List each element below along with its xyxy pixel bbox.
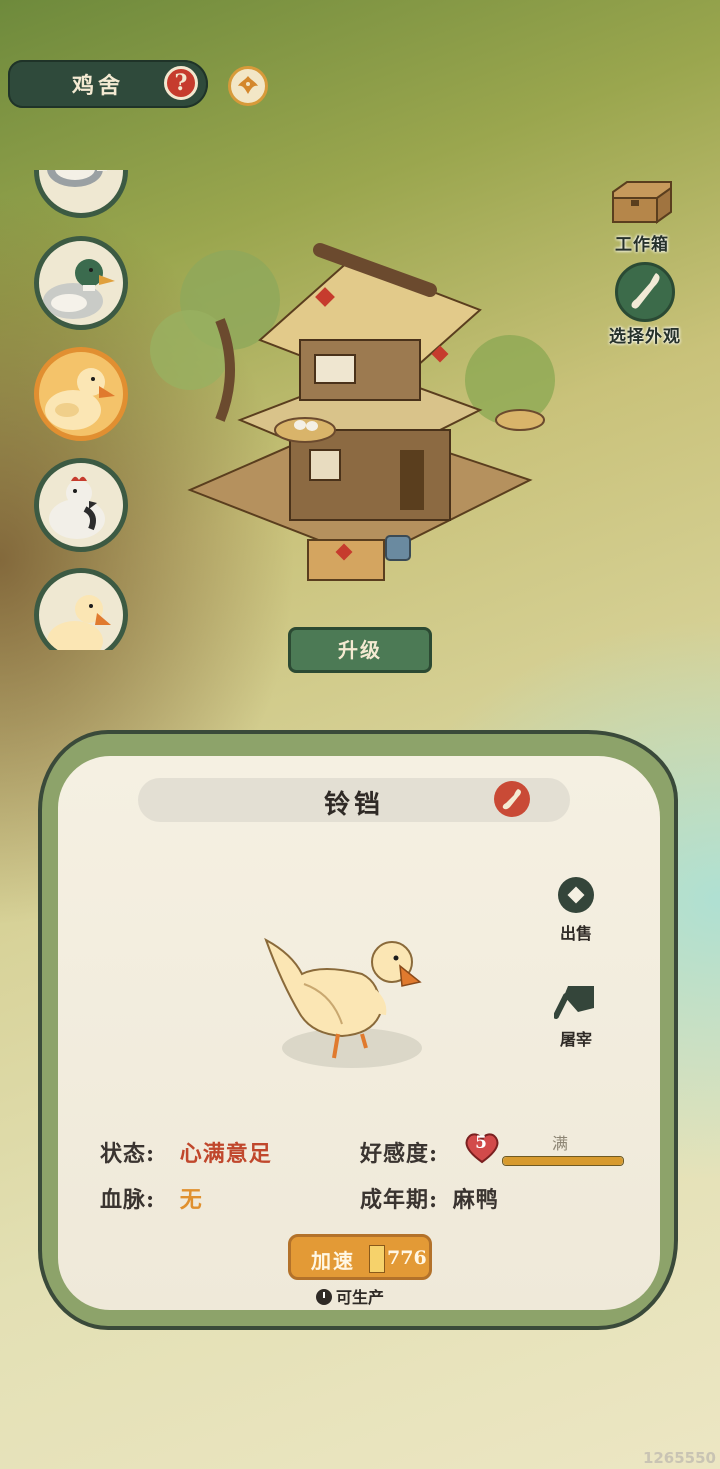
chicken-coop-building[interactable] (150, 220, 570, 610)
animal-avatar-duck[interactable] (34, 568, 128, 650)
goose-icon (47, 170, 107, 187)
chest-icon (612, 181, 672, 224)
production-status: 可生产 (316, 1284, 384, 1308)
adult-row: 成年期: 麻鸭 (360, 1182, 499, 1214)
production-status-text: 可生产 (336, 1288, 385, 1307)
status-row: 状态: 心满意足 (100, 1136, 272, 1168)
phoenix-emblem-icon[interactable] (228, 66, 268, 106)
affection-row: 好感度: (360, 1136, 438, 1168)
workbox-label: 工作箱 (615, 235, 669, 255)
status-label: 状态: (100, 1141, 156, 1167)
select-appearance-button[interactable]: 选择外观 (600, 262, 690, 347)
speedup-cost: 776 (387, 1247, 427, 1269)
mallard-duck-icon (43, 259, 115, 319)
animal-avatar-chicken[interactable] (34, 458, 128, 552)
slaughter-label: 屠宰 (559, 1030, 592, 1049)
coin-icon (558, 877, 594, 913)
affection-bar-fill (503, 1157, 623, 1165)
speedup-button[interactable]: 加速 776 (288, 1234, 432, 1280)
affection-bar-label: 满 (552, 1134, 569, 1153)
chicken-icon (49, 476, 105, 539)
affection-label: 好感度: (360, 1141, 439, 1167)
animal-avatar-goose[interactable] (34, 170, 128, 218)
animal-avatar-duck-selected[interactable] (34, 347, 128, 441)
duck-portrait[interactable] (262, 934, 432, 1064)
bloodline-row: 血脉: 无 (100, 1182, 203, 1214)
yellow-duck-icon (45, 368, 115, 430)
brush-appearance-icon (615, 262, 675, 322)
adult-label: 成年期: (360, 1187, 439, 1213)
scroll-ticket-icon (369, 1245, 385, 1273)
animal-list[interactable] (0, 170, 160, 650)
select-appearance-label: 选择外观 (609, 327, 681, 347)
bloodline-label: 血脉: (100, 1187, 156, 1213)
affection-bar (502, 1156, 624, 1166)
page-title: 鸡舍 (72, 73, 125, 99)
slaughter-button[interactable]: 屠宰 (546, 982, 606, 1050)
clock-icon (316, 1289, 332, 1305)
sell-label: 出售 (559, 924, 592, 943)
rename-brush-icon[interactable] (494, 781, 530, 817)
upgrade-button[interactable]: 升级 (288, 627, 432, 673)
question-mark-icon[interactable]: ? (164, 66, 198, 100)
watermark: 1265550 (642, 1449, 716, 1467)
sell-button[interactable]: 出售 (546, 874, 606, 944)
animal-avatar-mallard[interactable] (34, 236, 128, 330)
workbox-button[interactable]: 工作箱 (604, 176, 680, 255)
status-value: 心满意足 (179, 1141, 272, 1167)
adult-value: 麻鸭 (452, 1187, 499, 1213)
cleaver-icon (553, 986, 594, 1019)
affection-level: 5 (475, 1133, 487, 1153)
yellow-duck-icon (47, 595, 111, 650)
speedup-label: 加速 (311, 1249, 355, 1273)
bloodline-value: 无 (179, 1187, 203, 1213)
